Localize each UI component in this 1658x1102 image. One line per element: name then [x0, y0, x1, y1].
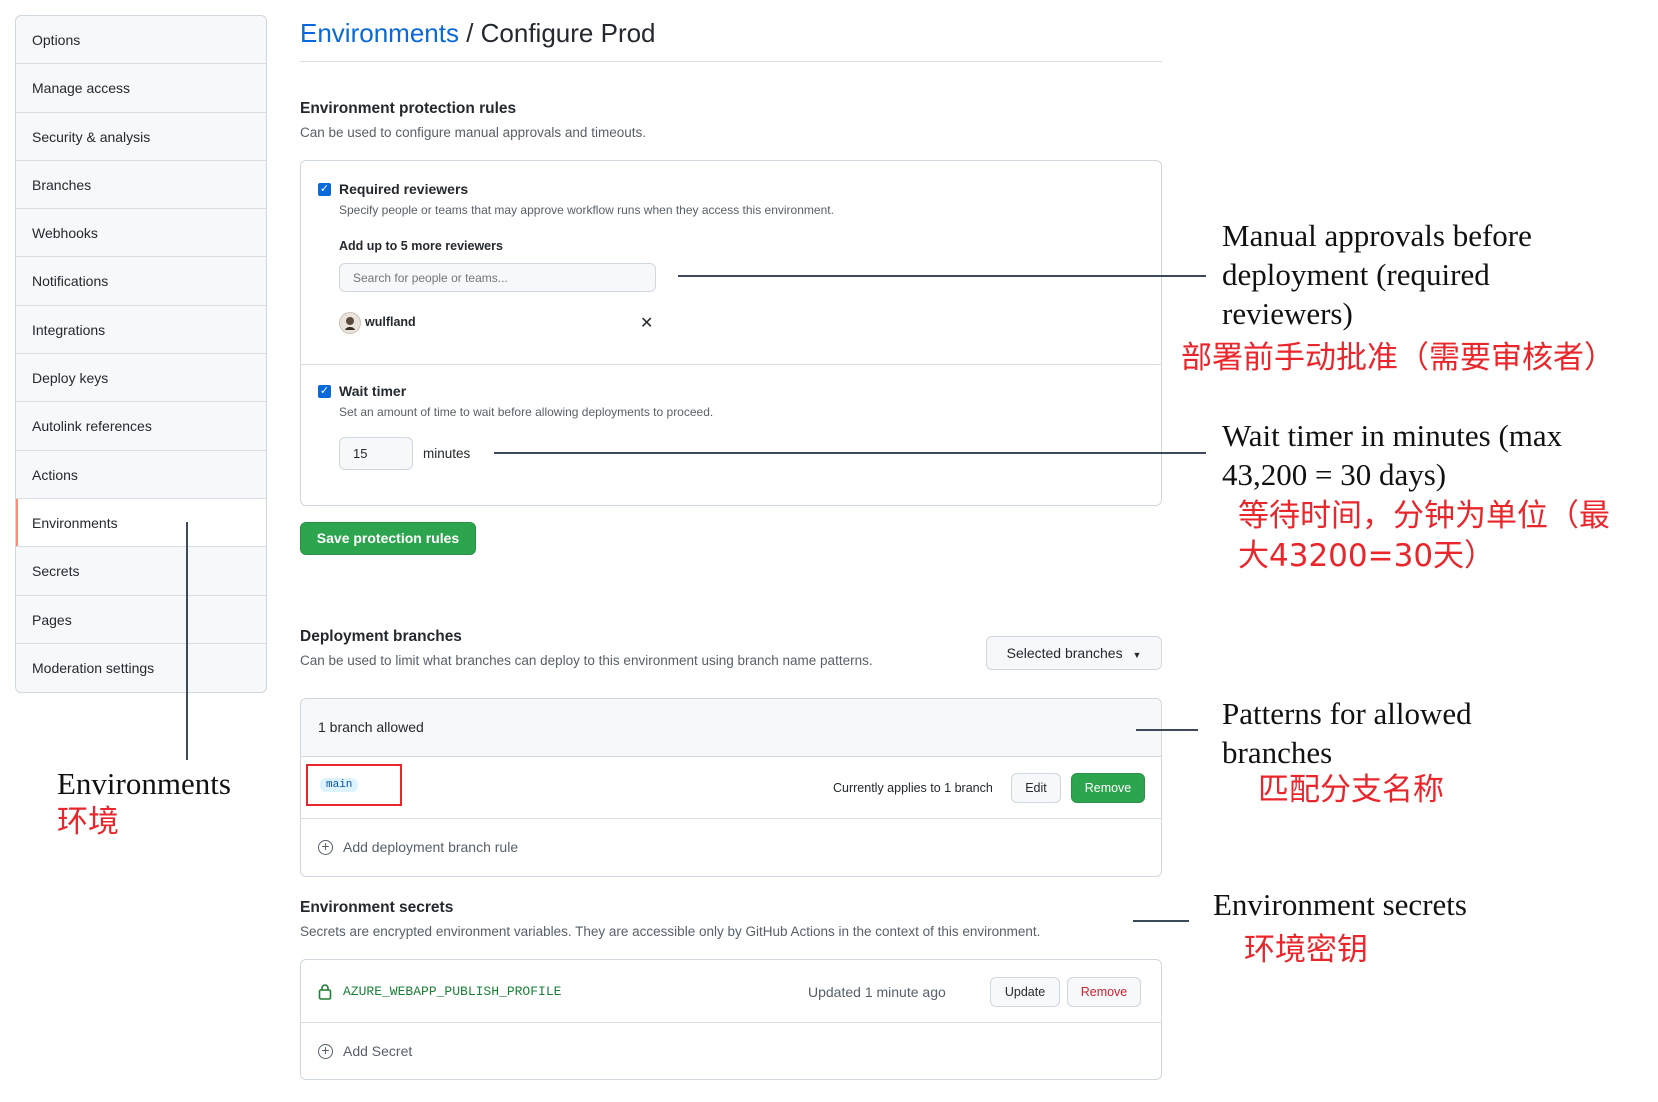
reviewers-annotation-line	[678, 275, 1206, 277]
remove-secret-button[interactable]: Remove	[1067, 977, 1141, 1007]
deployment-branches-description: Can be used to limit what branches can d…	[300, 653, 873, 668]
branch-rules-box: 1 branch allowed main Currently applies …	[300, 698, 1162, 877]
sidebar-item-integrations[interactable]: Integrations	[16, 306, 266, 355]
secret-updated: Updated 1 minute ago	[808, 984, 946, 1000]
section-divider	[301, 364, 1161, 365]
sidebar-item-manage-access[interactable]: Manage access	[16, 64, 266, 113]
sidebar-item-environments[interactable]: Environments	[16, 498, 266, 548]
wait-timer-annotation-line	[494, 452, 1206, 454]
branches-annotation-zh: 匹配分支名称	[1258, 772, 1444, 808]
update-secret-button[interactable]: Update	[990, 977, 1060, 1007]
avatar-face-icon	[345, 317, 355, 330]
secrets-annotation-line	[1133, 920, 1189, 922]
remove-reviewer-close-icon[interactable]: ✕	[640, 313, 653, 333]
sidebar-item-pages[interactable]: Pages	[16, 596, 266, 644]
reviewer-avatar	[339, 312, 361, 334]
environment-name: Configure Prod	[480, 18, 656, 48]
wait-timer-unit: minutes	[423, 446, 471, 461]
add-reviewers-label: Add up to 5 more reviewers	[339, 239, 503, 253]
environment-secrets-heading: Environment secrets	[300, 899, 454, 916]
edit-branch-rule-button[interactable]: Edit	[1011, 773, 1061, 803]
deployment-branches-heading: Deployment branches	[300, 628, 462, 645]
settings-sidebar: Options Manage access Security & analysi…	[15, 15, 267, 693]
save-protection-rules-button[interactable]: Save protection rules	[300, 522, 476, 555]
add-circle-icon: +	[318, 839, 333, 855]
branch-rule-applies: Currently applies to 1 branch	[833, 781, 993, 795]
branch-count: 1 branch allowed	[318, 719, 424, 735]
add-deployment-branch-rule-link[interactable]: Add deployment branch rule	[343, 839, 518, 855]
environment-secrets-description: Secrets are encrypted environment variab…	[300, 924, 1041, 939]
environments-annotation-en: Environments	[57, 766, 231, 801]
breadcrumb-separator: /	[458, 18, 481, 48]
branch-divider	[301, 818, 1161, 819]
environments-annotation-zh: 环境	[57, 804, 119, 840]
secrets-box: AZURE_WEBAPP_PUBLISH_PROFILE Updated 1 m…	[300, 959, 1162, 1080]
wait-timer-annotation-zh: 等待时间，分钟为单位（最 大43200=30天）	[1238, 498, 1610, 574]
secrets-annotation-en: Environment secrets	[1213, 887, 1467, 922]
caret-down-icon: ▼	[1132, 650, 1142, 660]
branches-annotation-en: Patterns for allowed branches	[1222, 696, 1472, 770]
secrets-annotation-zh: 环境密钥	[1244, 932, 1368, 968]
reviewer-name: wulfland	[365, 315, 416, 329]
branches-annotation-line	[1136, 729, 1198, 731]
page-title: Environments / Configure Prod	[300, 18, 656, 49]
add-circle-icon: +	[318, 1043, 333, 1059]
branch-pattern: main	[320, 778, 359, 792]
sidebar-item-autolink-references[interactable]: Autolink references	[16, 402, 266, 451]
required-reviewers-label: Required reviewers	[339, 181, 469, 197]
sidebar-item-security-analysis[interactable]: Security & analysis	[16, 113, 266, 161]
reviewers-annotation-zh: 部署前手动批准（需要审核者）	[1181, 340, 1615, 376]
sidebar-item-actions[interactable]: Actions	[16, 451, 266, 499]
environments-annotation-line	[186, 522, 188, 760]
reviewer-search-input[interactable]	[339, 263, 656, 292]
secrets-divider	[301, 1022, 1161, 1023]
wait-timer-minutes-input[interactable]	[339, 437, 413, 470]
wait-timer-description: Set an amount of time to wait before all…	[339, 405, 714, 419]
branch-policy-dropdown-label: Selected branches	[1006, 645, 1123, 661]
sidebar-item-notifications[interactable]: Notifications	[16, 257, 266, 306]
sidebar-item-webhooks[interactable]: Webhooks	[16, 209, 266, 258]
sidebar-item-branches[interactable]: Branches	[16, 161, 266, 210]
sidebar-item-moderation-settings[interactable]: Moderation settings	[16, 644, 266, 692]
required-reviewers-description: Specify people or teams that may approve…	[339, 203, 834, 217]
protection-rules-heading: Environment protection rules	[300, 100, 517, 117]
add-secret-link[interactable]: Add Secret	[343, 1043, 412, 1059]
reviewers-annotation-en: Manual approvals before deployment (requ…	[1222, 218, 1532, 331]
wait-timer-label: Wait timer	[339, 383, 407, 399]
sidebar-item-options[interactable]: Options	[16, 16, 266, 65]
branch-rules-header	[301, 699, 1161, 757]
wait-timer-checkbox[interactable]: ✓	[318, 385, 331, 398]
environments-breadcrumb-link[interactable]: Environments	[300, 18, 459, 48]
sidebar-item-deploy-keys[interactable]: Deploy keys	[16, 354, 266, 403]
required-reviewers-checkbox[interactable]: ✓	[318, 183, 331, 196]
sidebar-item-secrets[interactable]: Secrets	[16, 547, 266, 596]
title-divider	[300, 61, 1162, 62]
branch-policy-dropdown[interactable]: Selected branches ▼	[986, 636, 1162, 670]
lock-icon	[318, 984, 332, 1000]
wait-timer-annotation-en: Wait timer in minutes (max 43,200 = 30 d…	[1222, 418, 1563, 492]
secret-name: AZURE_WEBAPP_PUBLISH_PROFILE	[343, 984, 562, 999]
protection-rules-box: ✓ Required reviewers Specify people or t…	[300, 160, 1162, 506]
protection-rules-description: Can be used to configure manual approval…	[300, 125, 646, 140]
remove-branch-rule-button[interactable]: Remove	[1071, 773, 1145, 803]
